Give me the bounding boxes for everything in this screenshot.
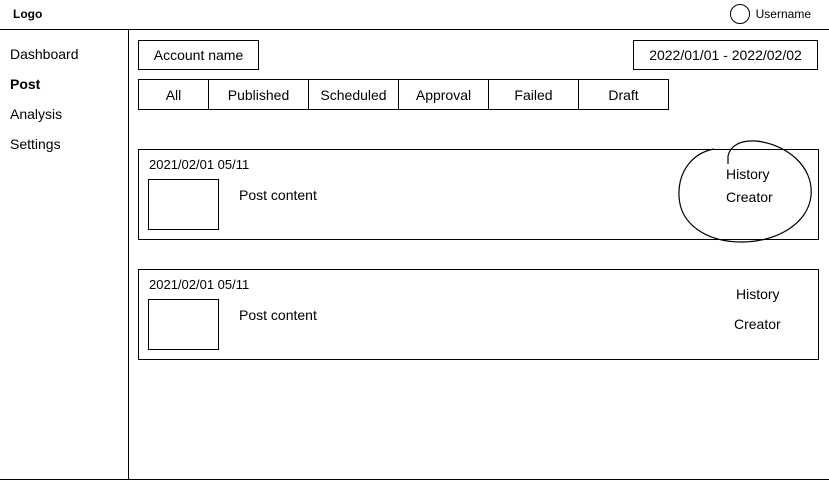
- tab-all[interactable]: All: [139, 80, 209, 109]
- post-date: 2021/02/01 05/11: [149, 277, 250, 292]
- tab-approval[interactable]: Approval: [399, 80, 489, 109]
- tab-draft[interactable]: Draft: [579, 80, 668, 109]
- sidebar-item-post[interactable]: Post: [10, 76, 40, 92]
- avatar-icon[interactable]: [729, 4, 750, 24]
- top-bar: Logo Username: [0, 0, 829, 30]
- history-link[interactable]: History: [736, 286, 780, 302]
- hand-drawn-circle-annotation: [678, 140, 812, 243]
- post-card[interactable]: 2021/02/01 05/11 Post content History Cr…: [138, 269, 819, 360]
- post-thumbnail: [148, 299, 219, 350]
- post-content: Post content: [239, 187, 317, 203]
- sidebar-item-analysis[interactable]: Analysis: [10, 106, 62, 122]
- account-label: Account name: [153, 47, 244, 63]
- account-selector[interactable]: Account name: [138, 40, 259, 70]
- sidebar-item-dashboard[interactable]: Dashboard: [10, 46, 79, 62]
- post-content: Post content: [239, 307, 317, 323]
- username[interactable]: Username: [756, 7, 811, 21]
- date-range-picker[interactable]: 2022/01/01 - 2022/02/02: [633, 40, 818, 70]
- post-date: 2021/02/01 05/11: [149, 157, 250, 172]
- sidebar-item-settings[interactable]: Settings: [10, 136, 61, 152]
- post-thumbnail: [148, 179, 219, 230]
- logo: Logo: [13, 7, 43, 21]
- tab-scheduled[interactable]: Scheduled: [309, 80, 399, 109]
- status-tabs: All Published Scheduled Approval Failed …: [138, 79, 669, 110]
- tab-failed[interactable]: Failed: [489, 80, 579, 109]
- sidebar: Dashboard Post Analysis Settings: [0, 30, 129, 480]
- date-range-label: 2022/01/01 - 2022/02/02: [649, 47, 802, 63]
- creator-link[interactable]: Creator: [734, 316, 781, 332]
- tab-published[interactable]: Published: [209, 80, 309, 109]
- user-menu[interactable]: Username: [729, 4, 811, 24]
